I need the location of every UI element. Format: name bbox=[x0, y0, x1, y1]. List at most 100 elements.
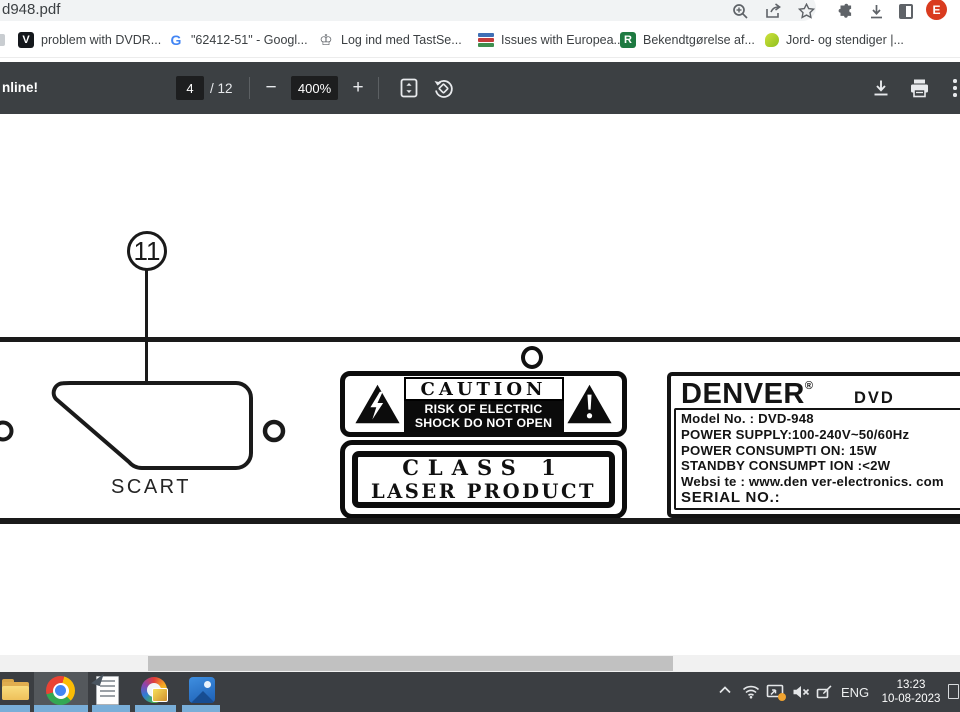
bookmark-star-icon[interactable] bbox=[795, 1, 817, 21]
folder-front bbox=[2, 686, 29, 700]
caution-warning-text: RISK OF ELECTRIC SHOCK DO NOT OPEN bbox=[403, 400, 564, 432]
brand-text: DENVER bbox=[681, 378, 805, 410]
share-icon[interactable] bbox=[762, 1, 784, 21]
wordpad-icon[interactable] bbox=[91, 670, 119, 705]
quill-glyph bbox=[91, 670, 104, 687]
leaf-icon bbox=[765, 33, 779, 47]
denver-brand-logo: DENVER® bbox=[681, 378, 813, 411]
denver-spec-label: DENVER® DVD PLAYER Model No. : DVD-948 P… bbox=[667, 372, 960, 518]
photo-viewer-icon[interactable] bbox=[141, 677, 168, 703]
side-panel-glyph bbox=[899, 3, 913, 19]
spec-line: Model No. : DVD-948 bbox=[681, 411, 814, 426]
bookmark-issues-europea[interactable]: Issues with Europea... bbox=[478, 28, 624, 52]
clock[interactable]: 13:23 10-08-2023 bbox=[872, 678, 950, 706]
address-text[interactable]: d948.pdf bbox=[2, 1, 60, 18]
screw-hole-left bbox=[0, 420, 14, 442]
running-indicator bbox=[135, 705, 176, 712]
callout-leader-line bbox=[145, 270, 148, 388]
flag-stripes-icon bbox=[478, 33, 494, 47]
caution-label: CAUTION RISK OF ELECTRIC SHOCK DO NOT OP… bbox=[340, 371, 627, 437]
caution-title: CAUTION bbox=[403, 376, 564, 401]
bookmark-tastselv[interactable]: ♔ Log ind med TastSe... bbox=[318, 28, 462, 52]
zoom-out-button[interactable]: − bbox=[258, 76, 284, 100]
caution-line1: RISK OF ELECTRIC bbox=[424, 401, 543, 416]
spec-text-block: Model No. : DVD-948 POWER SUPPLY:100-240… bbox=[674, 408, 960, 510]
profile-avatar[interactable]: E bbox=[926, 0, 947, 20]
bookmark-jord-og-stendiger[interactable]: Jord- og stendiger |... bbox=[765, 28, 904, 52]
rotate-icon[interactable] bbox=[430, 76, 456, 100]
taskbar: ENG 13:23 10-08-2023 bbox=[0, 670, 960, 712]
r-logo-icon: R bbox=[620, 32, 636, 48]
registered-mark: ® bbox=[804, 380, 814, 392]
scrollbar-thumb[interactable] bbox=[148, 656, 673, 671]
bookmark-problem-with-dvdr[interactable]: V problem with DVDR... bbox=[18, 28, 161, 52]
bookmark-label: Log ind med TastSe... bbox=[341, 33, 462, 47]
caution-line2: SHOCK DO NOT OPEN bbox=[414, 416, 553, 430]
pdf-toolbar: nline! 4 / 12 − 400% + bbox=[0, 62, 960, 114]
laser-label: CLASS 1 LASER PRODUCT bbox=[340, 440, 627, 519]
spec-line: SERIAL NO.: bbox=[681, 488, 781, 506]
download-icon[interactable] bbox=[868, 76, 894, 100]
language-indicator[interactable]: ENG bbox=[841, 685, 869, 700]
panel-top-edge bbox=[0, 337, 960, 342]
exclamation-warning-triangle-icon bbox=[567, 384, 612, 424]
file-explorer-icon[interactable] bbox=[2, 679, 30, 701]
browser-address-bar: d948.pdf E bbox=[0, 0, 960, 22]
pdf-page[interactable]: 11 SCART CAUTION RISK OF ELECTRIC SHOCK … bbox=[0, 114, 960, 655]
laser-line2: LASER PRODUCT bbox=[370, 480, 597, 503]
running-indicator bbox=[182, 705, 220, 712]
zoom-level-field[interactable]: 400% bbox=[291, 76, 338, 100]
callout-11: 11 bbox=[127, 231, 167, 271]
spec-line: Websi te : www.den ver-electronics. com bbox=[681, 474, 944, 490]
notification-dot bbox=[778, 693, 786, 701]
v-logo-icon: V bbox=[18, 32, 34, 48]
bookmark-label: problem with DVDR... bbox=[41, 33, 162, 47]
downloads-icon[interactable] bbox=[865, 1, 887, 21]
laser-line1: CLASS 1 bbox=[402, 455, 565, 480]
toolbar-divider bbox=[378, 77, 379, 99]
crown-icon: ♔ bbox=[319, 32, 333, 49]
caution-text-block: CAUTION RISK OF ELECTRIC SHOCK DO NOT OP… bbox=[403, 376, 564, 432]
bookmark-label: Issues with Europea... bbox=[501, 33, 624, 47]
spec-line: POWER CONSUMPTI ON: 15W bbox=[681, 442, 877, 458]
more-options-icon[interactable] bbox=[953, 79, 957, 100]
omnibox[interactable] bbox=[0, 0, 816, 21]
extensions-icon[interactable] bbox=[835, 1, 857, 21]
scart-label: SCART bbox=[111, 476, 191, 498]
electric-warning-triangle-icon bbox=[355, 384, 400, 424]
print-icon[interactable] bbox=[906, 76, 932, 100]
wifi-icon[interactable] bbox=[742, 684, 760, 699]
scart-outline bbox=[51, 381, 253, 471]
bookmark-label: Bekendtgørelse af... bbox=[643, 33, 755, 47]
laser-label-inner: CLASS 1 LASER PRODUCT bbox=[352, 451, 615, 508]
horizontal-scrollbar[interactable] bbox=[0, 655, 960, 672]
photos-app-icon[interactable] bbox=[189, 677, 215, 703]
panel-bottom-edge bbox=[0, 518, 960, 524]
bookmark-bekendtgorelse[interactable]: R Bekendtgørelse af... bbox=[620, 28, 755, 52]
page-number-input[interactable]: 4 bbox=[176, 76, 204, 100]
mounting-hole bbox=[521, 346, 543, 369]
tray-chevron-up-icon[interactable] bbox=[718, 685, 732, 695]
bookmark-google-search[interactable]: G "62412-51" - Googl... bbox=[168, 28, 308, 52]
avatar-letter: E bbox=[932, 2, 941, 17]
chrome-icon[interactable] bbox=[46, 676, 75, 705]
date: 10-08-2023 bbox=[881, 693, 941, 705]
pen-workspace-icon[interactable] bbox=[816, 685, 833, 699]
page-total-label: / 12 bbox=[210, 81, 233, 96]
volume-muted-icon[interactable] bbox=[792, 685, 810, 699]
side-panel-icon[interactable] bbox=[895, 1, 917, 21]
spec-line: STANDBY CONSUMPT ION :<2W bbox=[681, 458, 891, 474]
google-g-icon: G bbox=[168, 32, 184, 48]
page-zoom-icon[interactable] bbox=[729, 1, 751, 21]
zoom-in-button[interactable]: + bbox=[345, 76, 371, 100]
screen: d948.pdf E V problem with DVDR... G "624… bbox=[0, 0, 960, 712]
spec-line: POWER SUPPLY:100-240V~50/60Hz bbox=[681, 426, 910, 442]
screw-hole-right bbox=[262, 419, 286, 443]
bookmark-label: Jord- og stendiger |... bbox=[786, 33, 904, 47]
bookmark-partial-icon[interactable] bbox=[0, 34, 5, 46]
action-center-icon[interactable] bbox=[948, 684, 959, 699]
fit-page-icon[interactable] bbox=[396, 76, 422, 100]
running-indicator bbox=[92, 705, 130, 712]
bookmarks-bar: V problem with DVDR... G "62412-51" - Go… bbox=[0, 22, 960, 58]
bookmark-label: "62412-51" - Googl... bbox=[191, 33, 308, 47]
